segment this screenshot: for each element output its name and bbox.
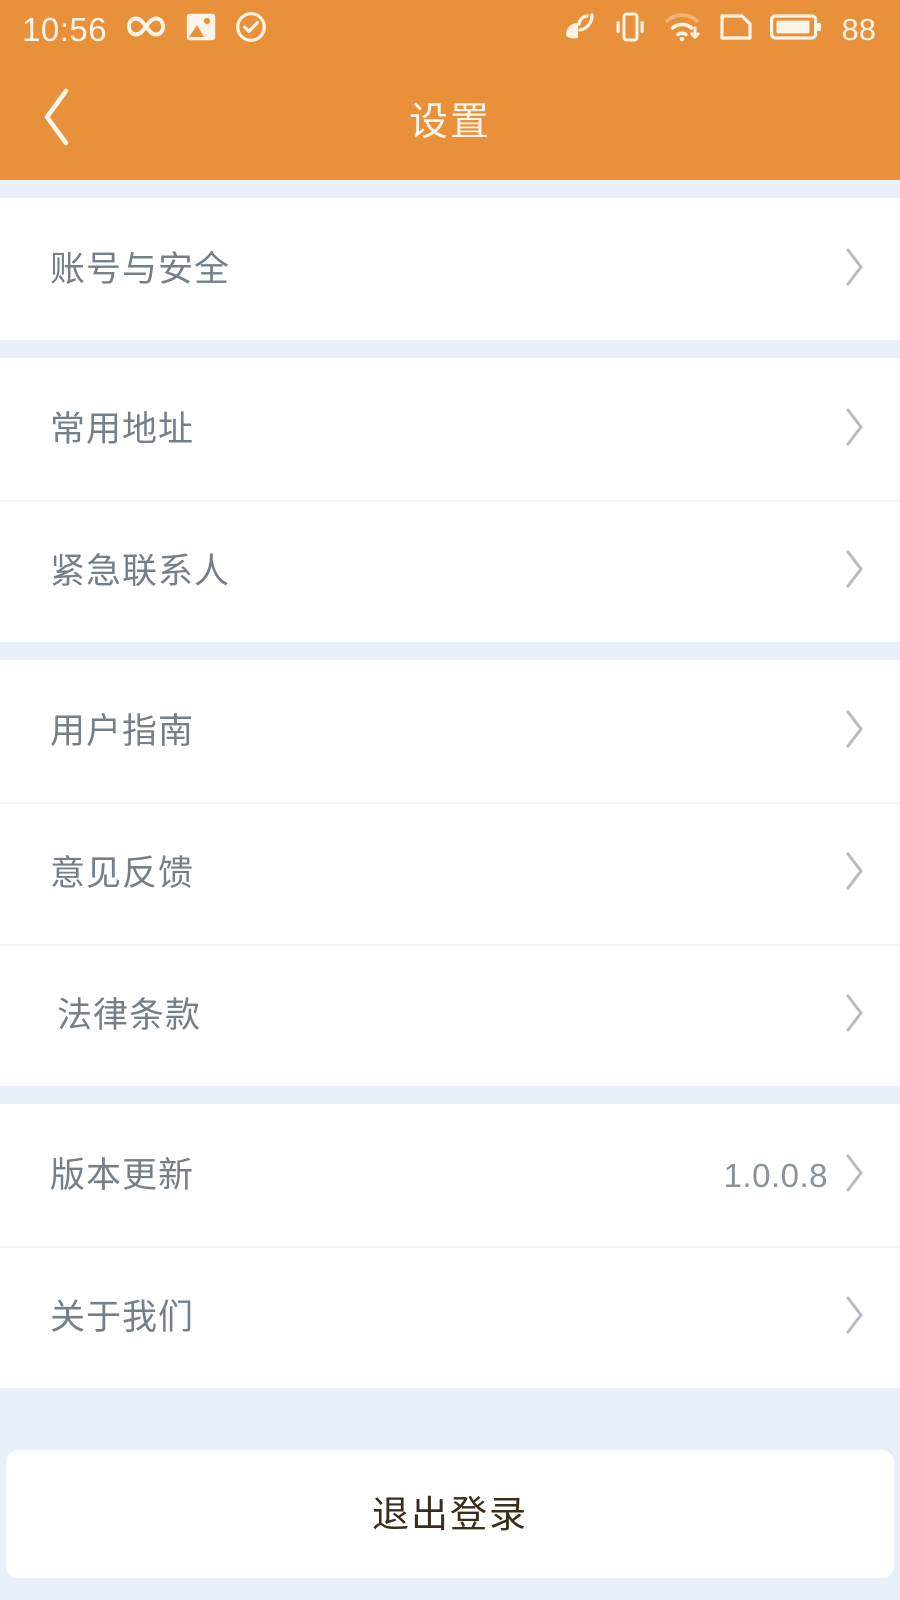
vibrate-icon (613, 11, 647, 48)
row-label: 账号与安全 (50, 249, 231, 289)
infinity-icon (125, 14, 167, 45)
row-accessory: 1.0.0.8 (724, 1152, 866, 1199)
status-bar: 10:56 88 (0, 0, 900, 58)
app-bar: 设置 (0, 58, 900, 180)
row-accessory (842, 246, 866, 293)
row-label: 法律条款 (57, 995, 202, 1035)
settings-row-legal-terms[interactable]: 法律条款 (0, 944, 900, 1086)
logout-container: 退出登录 (0, 1450, 900, 1578)
logout-top-spacer (0, 1388, 900, 1450)
check-circle-icon (235, 11, 267, 48)
back-button[interactable] (22, 84, 92, 154)
settings-group-app-info: 版本更新 1.0.0.8 关于我们 (0, 1104, 900, 1388)
settings-screen: 10:56 88 设置 账号与安全 常用地址 紧急联系人 用户指南 意见反馈 法… (0, 0, 900, 1600)
logout-button[interactable]: 退出登录 (6, 1450, 894, 1578)
settings-list: 账号与安全 常用地址 紧急联系人 用户指南 意见反馈 法律条款 版本更新 1.0… (0, 180, 900, 1600)
settings-row-about-us[interactable]: 关于我们 (0, 1246, 900, 1388)
chevron-right-icon (842, 246, 866, 293)
row-label: 关于我们 (50, 1297, 195, 1337)
row-label: 紧急联系人 (50, 551, 231, 591)
version-value: 1.0.0.8 (723, 1156, 828, 1194)
settings-group-contacts: 常用地址 紧急联系人 (0, 358, 900, 642)
status-bar-left: 10:56 (22, 11, 267, 48)
image-icon (185, 12, 217, 47)
chevron-right-icon (842, 992, 866, 1039)
group-separator (0, 642, 900, 660)
chevron-right-icon (842, 708, 866, 755)
group-separator (0, 1086, 900, 1104)
row-label: 用户指南 (50, 711, 195, 751)
group-separator (0, 180, 900, 198)
settings-row-account-security[interactable]: 账号与安全 (0, 198, 900, 340)
logout-label: 退出登录 (372, 1493, 528, 1535)
row-accessory (842, 992, 866, 1039)
row-label: 常用地址 (50, 409, 195, 449)
location-icon (562, 11, 596, 48)
chevron-left-icon (38, 86, 76, 153)
chevron-right-icon (842, 548, 866, 595)
chevron-right-icon (842, 1294, 866, 1341)
battery-level-text: 88 (841, 11, 876, 47)
group-separator (0, 340, 900, 358)
status-bar-right: 88 (562, 11, 876, 48)
settings-row-feedback[interactable]: 意见反馈 (0, 802, 900, 944)
row-accessory (842, 850, 866, 897)
row-label: 版本更新 (50, 1155, 195, 1195)
status-clock: 10:56 (22, 10, 108, 48)
battery-icon (769, 12, 822, 47)
chevron-right-icon (842, 850, 866, 897)
settings-row-emergency-contact[interactable]: 紧急联系人 (0, 500, 900, 642)
wifi-download-icon (664, 11, 702, 48)
row-accessory (842, 548, 866, 595)
settings-row-version-update[interactable]: 版本更新 1.0.0.8 (0, 1104, 900, 1246)
settings-group-help: 用户指南 意见反馈 法律条款 (0, 660, 900, 1086)
page-title: 设置 (408, 101, 491, 144)
settings-group-account: 账号与安全 (0, 198, 900, 340)
chevron-right-icon (842, 1152, 866, 1199)
chevron-right-icon (842, 406, 866, 453)
settings-row-frequent-address[interactable]: 常用地址 (0, 358, 900, 500)
row-accessory (842, 708, 866, 755)
row-accessory (842, 406, 866, 453)
row-accessory (842, 1294, 866, 1341)
sim-card-icon (719, 11, 753, 48)
row-label: 意见反馈 (50, 853, 195, 893)
settings-row-user-guide[interactable]: 用户指南 (0, 660, 900, 802)
